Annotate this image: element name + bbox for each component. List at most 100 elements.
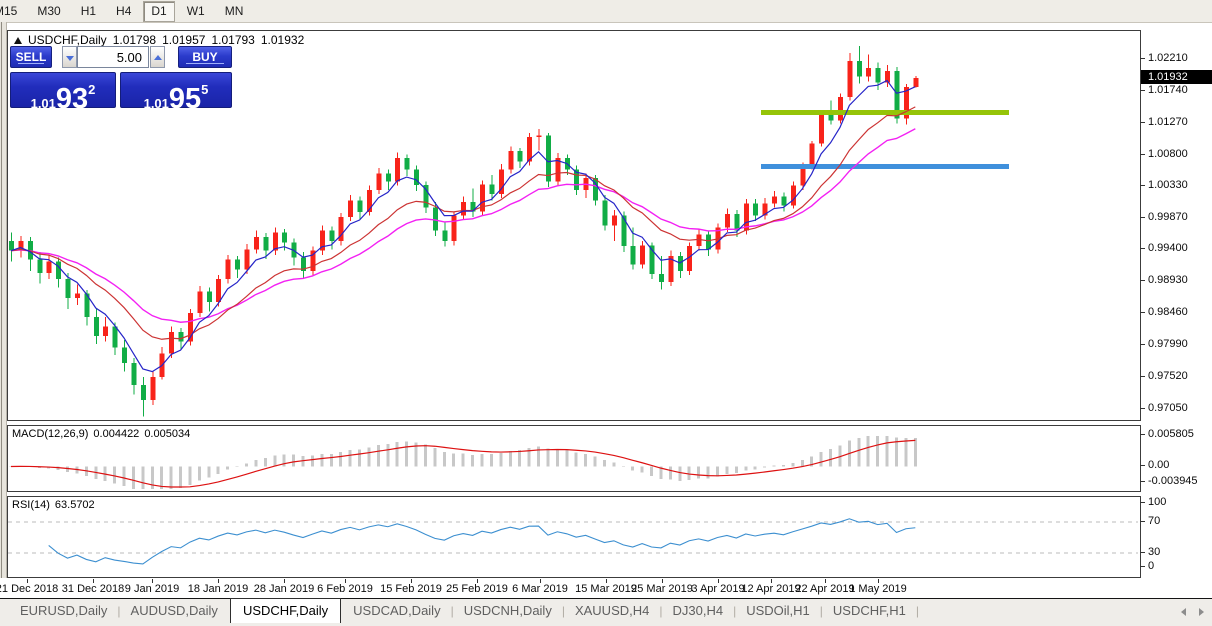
date-axis-label: 25 Feb 2019 <box>446 583 508 595</box>
price-axis-label: 1.00330 <box>1148 179 1188 191</box>
sell-price-big-digits: 93 <box>56 83 88 115</box>
date-axis[interactable]: 21 Dec 201831 Dec 20189 Jan 201918 Jan 2… <box>0 578 1212 598</box>
macd-signal-value: 0.005034 <box>144 428 190 440</box>
date-axis-label: 15 Feb 2019 <box>380 583 442 595</box>
macd-main-value: 0.004422 <box>93 428 139 440</box>
chart-tab-usdchf-h1[interactable]: USDCHF,H1 <box>821 600 918 623</box>
date-axis-label: 28 Jan 2019 <box>254 583 315 595</box>
date-axis-label: 1 May 2019 <box>849 583 906 595</box>
chart-tab-bar: EURUSD,Daily|AUDUSD,DailyUSDCHF,DailyUSD… <box>0 598 1212 626</box>
chart-title: USDCHF,Daily 1.01798 1.01957 1.01793 1.01932 <box>14 33 310 47</box>
ohlc-close: 1.01932 <box>261 33 304 47</box>
price-axis-label: 1.01270 <box>1148 116 1188 128</box>
rsi-axis-label: 70 <box>1148 515 1160 527</box>
buy-button-label: BUY <box>192 50 217 64</box>
chart-tab-eurusd-daily[interactable]: EURUSD,Daily <box>8 600 119 623</box>
timeframe-button-d1[interactable]: D1 <box>143 1 174 22</box>
sell-button[interactable]: SELL <box>10 46 52 68</box>
price-axis-tick <box>1140 344 1145 345</box>
date-axis-label: 21 Dec 2018 <box>0 583 58 595</box>
rsi-label: RSI(14) 63.5702 <box>12 499 100 511</box>
price-axis-label: 0.97990 <box>1148 338 1188 350</box>
date-axis-label: 3 Apr 2019 <box>691 583 744 595</box>
rsi-axis-tick <box>1140 552 1145 553</box>
chart-tab-usdchf-daily[interactable]: USDCHF,Daily <box>230 598 341 623</box>
timeframe-button-m15[interactable]: M15 <box>0 1 25 22</box>
sell-price-prefix: 1.01 <box>31 96 56 111</box>
tab-scroll-right-icon[interactable] <box>1199 608 1204 616</box>
chart-tab-xauusd-h4[interactable]: XAUUSD,H4 <box>563 600 661 623</box>
price-axis-tick <box>1140 58 1145 59</box>
buy-price-panel[interactable]: 1.01955 <box>120 72 232 108</box>
price-axis-tick <box>1140 154 1145 155</box>
rsi-indicator-panel[interactable] <box>7 496 1141 578</box>
timeframe-button-m30[interactable]: M30 <box>29 1 68 22</box>
buy-button-underline <box>186 63 224 64</box>
price-axis-tick <box>1140 312 1145 313</box>
arrow-up-icon <box>154 55 162 60</box>
date-axis-label: 15 Mar 2019 <box>575 583 637 595</box>
buy-price-pipette: 5 <box>201 82 208 97</box>
trading-terminal-window: M15M30H1H4D1W1MN USDCHF,Daily 1.01798 1.01… <box>0 0 1212 626</box>
macd-axis-tick <box>1140 481 1145 482</box>
sell-price-panel[interactable]: 1.01932 <box>10 72 116 108</box>
date-axis-label: 31 Dec 2018 <box>62 583 124 595</box>
buy-price-big-digits: 95 <box>169 83 201 115</box>
timeframe-button-h1[interactable]: H1 <box>73 1 104 22</box>
rsi-axis-label: 0 <box>1148 560 1154 572</box>
timeframe-toolbar: M15M30H1H4D1W1MN <box>0 0 1212 23</box>
price-axis-label: 0.97520 <box>1148 370 1188 382</box>
macd-axis-label: 0.00 <box>1148 459 1169 471</box>
timeframe-button-mn[interactable]: MN <box>217 1 252 22</box>
rsi-name: RSI(14) <box>12 499 50 511</box>
sell-button-underline <box>18 63 44 64</box>
macd-axis-tick <box>1140 465 1145 466</box>
chart-tab-dj30-h4[interactable]: DJ30,H4 <box>661 600 736 623</box>
collapse-arrow-icon[interactable] <box>14 37 22 44</box>
price-axis-label: 1.00800 <box>1148 148 1188 160</box>
price-axis-tick <box>1140 376 1145 377</box>
chart-tab-audusd-daily[interactable]: AUDUSD,Daily <box>119 600 230 623</box>
buy-button[interactable]: BUY <box>178 46 232 68</box>
chart-symbol-label: USDCHF,Daily <box>28 33 107 47</box>
price-axis-tick <box>1140 408 1145 409</box>
tab-scroll-left-icon[interactable] <box>1181 608 1186 616</box>
date-axis-label: 6 Feb 2019 <box>317 583 373 595</box>
date-axis-label: 18 Jan 2019 <box>188 583 249 595</box>
volume-input[interactable] <box>77 46 149 68</box>
price-axis-tick <box>1140 217 1145 218</box>
timeframe-button-h4[interactable]: H4 <box>108 1 139 22</box>
chart-tab-usdcnh-daily[interactable]: USDCNH,Daily <box>452 600 564 623</box>
date-axis-label: 12 Apr 2019 <box>741 583 800 595</box>
price-axis-label: 0.98460 <box>1148 306 1188 318</box>
price-axis-tick <box>1140 122 1145 123</box>
ohlc-high: 1.01957 <box>162 33 205 47</box>
macd-axis-label: -0.003945 <box>1148 475 1198 487</box>
ohlc-low: 1.01793 <box>211 33 254 47</box>
buy-price-prefix: 1.01 <box>144 96 169 111</box>
rsi-axis-label: 30 <box>1148 546 1160 558</box>
date-axis-label: 6 Mar 2019 <box>512 583 568 595</box>
price-axis-tick <box>1140 90 1145 91</box>
rsi-axis-tick <box>1140 521 1145 522</box>
chart-tab-usdcad-daily[interactable]: USDCAD,Daily <box>341 600 452 623</box>
price-axis-tick <box>1140 280 1145 281</box>
timeframe-button-w1[interactable]: W1 <box>179 1 213 22</box>
volume-decrease-button[interactable] <box>62 46 77 68</box>
rsi-axis-tick <box>1140 566 1145 567</box>
price-axis-label: 1.01740 <box>1148 84 1188 96</box>
arrow-down-icon <box>66 56 74 61</box>
chart-tab-usdoil-h1[interactable]: USDOil,H1 <box>734 600 822 623</box>
date-axis-label: 25 Mar 2019 <box>631 583 693 595</box>
ohlc-open: 1.01798 <box>113 33 156 47</box>
price-axis-label: 0.98930 <box>1148 274 1188 286</box>
macd-name: MACD(12,26,9) <box>12 428 88 440</box>
macd-axis-tick <box>1140 434 1145 435</box>
rsi-chart[interactable] <box>8 497 1138 575</box>
volume-increase-button[interactable] <box>150 46 165 68</box>
current-price-tag: 1.01932 <box>1141 70 1212 84</box>
window-left-border <box>0 22 7 626</box>
macd-label: MACD(12,26,9) 0.004422 0.005034 <box>12 428 195 440</box>
price-axis-label: 0.99400 <box>1148 242 1188 254</box>
rsi-value: 63.5702 <box>55 499 95 511</box>
